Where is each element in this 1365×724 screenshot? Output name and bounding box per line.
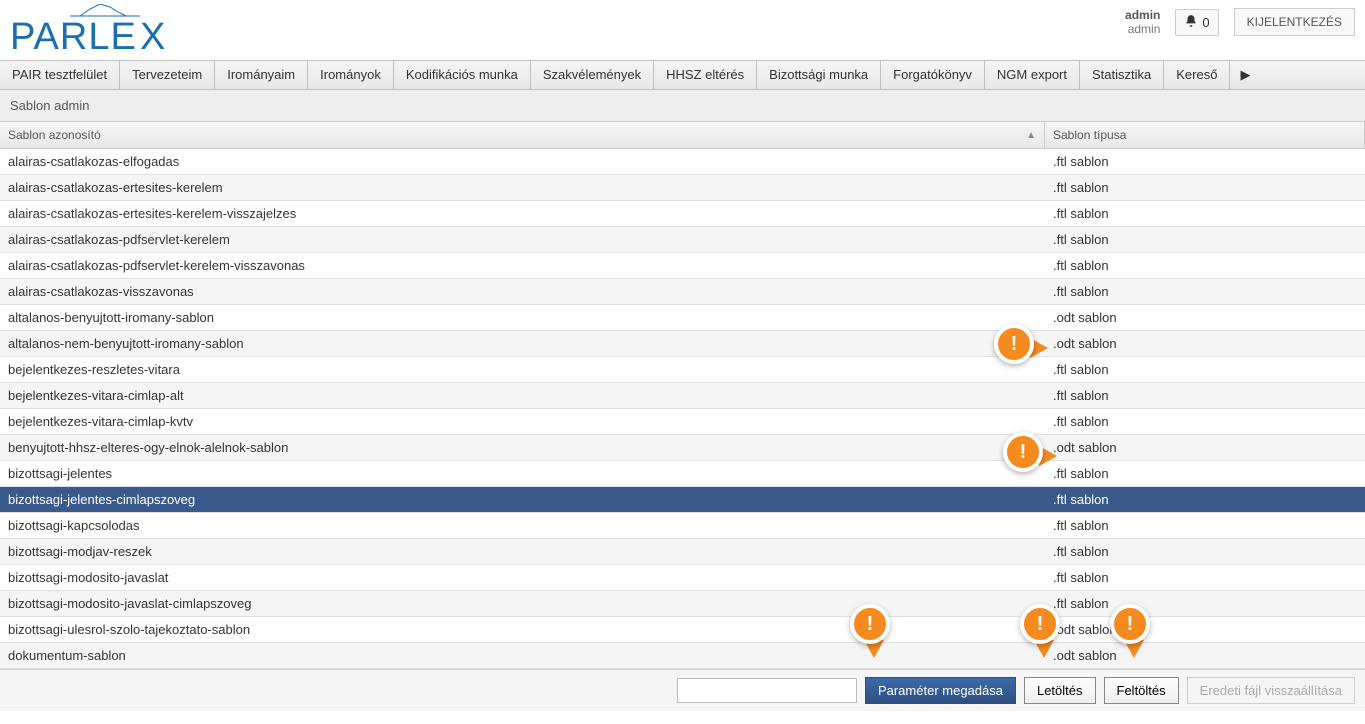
- table-row[interactable]: bejelentkezes-reszletes-vitara.ftl sablo…: [0, 357, 1365, 383]
- svg-text:PARLE: PARLE: [10, 16, 137, 58]
- menu-item-5[interactable]: Szakvélemények: [531, 61, 654, 89]
- header: PARLE X admin admin 0 KIJELENTKEZÉS: [0, 0, 1365, 60]
- cell-id: bizottsagi-jelentes: [0, 461, 1045, 486]
- cell-id: bejelentkezes-vitara-cimlap-alt: [0, 383, 1045, 408]
- cell-id: alairas-csatlakozas-ertesites-kerelem: [0, 175, 1045, 200]
- cell-type: .ftl sablon: [1045, 409, 1365, 434]
- cell-type: .odt sablon: [1045, 331, 1365, 356]
- table-row[interactable]: benyujtott-hhsz-elteres-ogy-elnok-alelno…: [0, 435, 1365, 461]
- menu-item-0[interactable]: PAIR tesztfelület: [0, 61, 120, 89]
- restore-button[interactable]: Eredeti fájl visszaállítása: [1187, 677, 1355, 704]
- cell-id: bejelentkezes-reszletes-vitara: [0, 357, 1045, 382]
- cell-type: .ftl sablon: [1045, 201, 1365, 226]
- table-row[interactable]: bizottsagi-modosito-javaslat-cimlapszove…: [0, 591, 1365, 617]
- cell-type: .ftl sablon: [1045, 461, 1365, 486]
- menu-item-10[interactable]: Statisztika: [1080, 61, 1164, 89]
- footer-toolbar: Paraméter megadása Letöltés Feltöltés Er…: [0, 670, 1365, 711]
- page-title: Sablon admin: [0, 90, 1365, 122]
- cell-type: .ftl sablon: [1045, 487, 1365, 512]
- cell-id: bizottsagi-ulesrol-szolo-tajekoztato-sab…: [0, 617, 1045, 642]
- menu-item-7[interactable]: Bizottsági munka: [757, 61, 881, 89]
- cell-type: .odt sablon: [1045, 643, 1365, 668]
- table-row[interactable]: alairas-csatlakozas-pdfservlet-kerelem.f…: [0, 227, 1365, 253]
- cell-type: .odt sablon: [1045, 617, 1365, 642]
- table-row[interactable]: bizottsagi-jelentes-cimlapszoveg.ftl sab…: [0, 487, 1365, 513]
- user-info: admin admin: [1125, 8, 1160, 36]
- menubar: PAIR tesztfelületTervezeteimIrományaimIr…: [0, 60, 1365, 90]
- param-button[interactable]: Paraméter megadása: [865, 677, 1016, 704]
- cell-id: altalanos-nem-benyujtott-iromany-sablon: [0, 331, 1045, 356]
- download-button[interactable]: Letöltés: [1024, 677, 1096, 704]
- menu-item-1[interactable]: Tervezeteim: [120, 61, 215, 89]
- notifications-button[interactable]: 0: [1175, 9, 1218, 36]
- table-row[interactable]: dokumentum-sablon.odt sablon: [0, 643, 1365, 669]
- table-row[interactable]: alairas-csatlakozas-visszavonas.ftl sabl…: [0, 279, 1365, 305]
- table-row[interactable]: bizottsagi-modjav-reszek.ftl sablon: [0, 539, 1365, 565]
- cell-id: alairas-csatlakozas-pdfservlet-kerelem-v…: [0, 253, 1045, 278]
- sort-asc-icon: ▲: [1026, 130, 1036, 141]
- table-header: Sablon azonosító ▲ Sablon típusa: [0, 122, 1365, 149]
- param-input[interactable]: [677, 678, 857, 703]
- table-row[interactable]: bizottsagi-kapcsolodas.ftl sablon: [0, 513, 1365, 539]
- cell-id: alairas-csatlakozas-pdfservlet-kerelem: [0, 227, 1045, 252]
- table-row[interactable]: bizottsagi-ulesrol-szolo-tajekoztato-sab…: [0, 617, 1365, 643]
- menu-item-6[interactable]: HHSZ eltérés: [654, 61, 757, 89]
- user-name: admin: [1125, 8, 1160, 22]
- cell-id: bizottsagi-modosito-javaslat-cimlapszove…: [0, 591, 1045, 616]
- svg-text:X: X: [140, 16, 165, 58]
- cell-type: .ftl sablon: [1045, 513, 1365, 538]
- notif-count: 0: [1202, 15, 1209, 30]
- bell-icon: [1184, 14, 1198, 31]
- col-header-type[interactable]: Sablon típusa: [1045, 122, 1365, 148]
- table-scroll[interactable]: Sablon azonosító ▲ Sablon típusa alairas…: [0, 122, 1365, 670]
- logout-button[interactable]: KIJELENTKEZÉS: [1234, 8, 1355, 36]
- cell-id: bizottsagi-kapcsolodas: [0, 513, 1045, 538]
- menu-item-3[interactable]: Irományok: [308, 61, 394, 89]
- cell-type: .ftl sablon: [1045, 539, 1365, 564]
- table-row[interactable]: alairas-csatlakozas-pdfservlet-kerelem-v…: [0, 253, 1365, 279]
- cell-id: alairas-csatlakozas-ertesites-kerelem-vi…: [0, 201, 1045, 226]
- table-row[interactable]: alairas-csatlakozas-elfogadas.ftl sablon: [0, 149, 1365, 175]
- cell-id: alairas-csatlakozas-visszavonas: [0, 279, 1045, 304]
- menu-item-8[interactable]: Forgatókönyv: [881, 61, 985, 89]
- table-row[interactable]: altalanos-nem-benyujtott-iromany-sablon.…: [0, 331, 1365, 357]
- table-body: alairas-csatlakozas-elfogadas.ftl sablon…: [0, 149, 1365, 669]
- cell-id: altalanos-benyujtott-iromany-sablon: [0, 305, 1045, 330]
- cell-type: .ftl sablon: [1045, 253, 1365, 278]
- cell-id: alairas-csatlakozas-elfogadas: [0, 149, 1045, 174]
- cell-type: .ftl sablon: [1045, 357, 1365, 382]
- menu-more-icon[interactable]: ▶: [1230, 61, 1260, 89]
- table-row[interactable]: bizottsagi-jelentes.ftl sablon: [0, 461, 1365, 487]
- cell-id: bejelentkezes-vitara-cimlap-kvtv: [0, 409, 1045, 434]
- cell-id: bizottsagi-modosito-javaslat: [0, 565, 1045, 590]
- cell-type: .ftl sablon: [1045, 227, 1365, 252]
- logo: PARLE X: [10, 0, 210, 62]
- cell-type: .ftl sablon: [1045, 565, 1365, 590]
- menu-item-2[interactable]: Irományaim: [215, 61, 308, 89]
- col-header-id[interactable]: Sablon azonosító ▲: [0, 122, 1045, 148]
- cell-type: .ftl sablon: [1045, 383, 1365, 408]
- table-row[interactable]: bejelentkezes-vitara-cimlap-alt.ftl sabl…: [0, 383, 1365, 409]
- cell-id: bizottsagi-modjav-reszek: [0, 539, 1045, 564]
- cell-id: benyujtott-hhsz-elteres-ogy-elnok-alelno…: [0, 435, 1045, 460]
- table-row[interactable]: alairas-csatlakozas-ertesites-kerelem.ft…: [0, 175, 1365, 201]
- cell-type: .ftl sablon: [1045, 591, 1365, 616]
- table-row[interactable]: altalanos-benyujtott-iromany-sablon.odt …: [0, 305, 1365, 331]
- cell-type: .ftl sablon: [1045, 175, 1365, 200]
- upload-button[interactable]: Feltöltés: [1104, 677, 1179, 704]
- user-role: admin: [1125, 22, 1160, 36]
- table-row[interactable]: bejelentkezes-vitara-cimlap-kvtv.ftl sab…: [0, 409, 1365, 435]
- cell-id: dokumentum-sablon: [0, 643, 1045, 668]
- menu-item-9[interactable]: NGM export: [985, 61, 1080, 89]
- cell-type: .ftl sablon: [1045, 149, 1365, 174]
- menu-item-11[interactable]: Kereső: [1164, 61, 1230, 89]
- menu-item-4[interactable]: Kodifikációs munka: [394, 61, 531, 89]
- cell-type: .odt sablon: [1045, 435, 1365, 460]
- cell-type: .ftl sablon: [1045, 279, 1365, 304]
- table-row[interactable]: alairas-csatlakozas-ertesites-kerelem-vi…: [0, 201, 1365, 227]
- cell-type: .odt sablon: [1045, 305, 1365, 330]
- cell-id: bizottsagi-jelentes-cimlapszoveg: [0, 487, 1045, 512]
- table-row[interactable]: bizottsagi-modosito-javaslat.ftl sablon: [0, 565, 1365, 591]
